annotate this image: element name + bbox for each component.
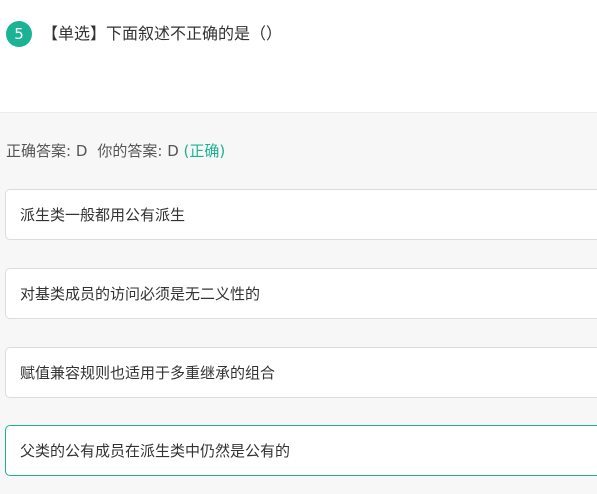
answer-option-c[interactable]: 赋值兼容规则也适用于多重继承的组合 — [5, 347, 597, 398]
answer-summary: 正确答案: D 你的答案: D (正确) — [6, 140, 225, 162]
answer-option-a[interactable]: 派生类一般都用公有派生 — [5, 189, 597, 240]
answer-option-text: 赋值兼容规则也适用于多重继承的组合 — [20, 364, 276, 382]
answer-option-text: 派生类一般都用公有派生 — [20, 206, 186, 224]
answer-option-d[interactable]: 父类的公有成员在派生类中仍然是公有的 — [5, 425, 597, 476]
question-header: 5 【单选】下面叙述不正确的是（） — [0, 0, 597, 112]
question-title: 【单选】下面叙述不正确的是（） — [42, 24, 283, 43]
answer-option-text: 对基类成员的访问必须是无二义性的 — [20, 285, 261, 303]
answer-status: (正确) — [183, 142, 226, 160]
answer-option-b[interactable]: 对基类成员的访问必须是无二义性的 — [5, 268, 597, 319]
correct-answer-label: 正确答案: D — [6, 142, 88, 160]
question-number-badge: 5 — [6, 21, 32, 47]
answer-option-text: 父类的公有成员在派生类中仍然是公有的 — [20, 442, 291, 460]
your-answer-label: 你的答案: D — [97, 142, 179, 160]
